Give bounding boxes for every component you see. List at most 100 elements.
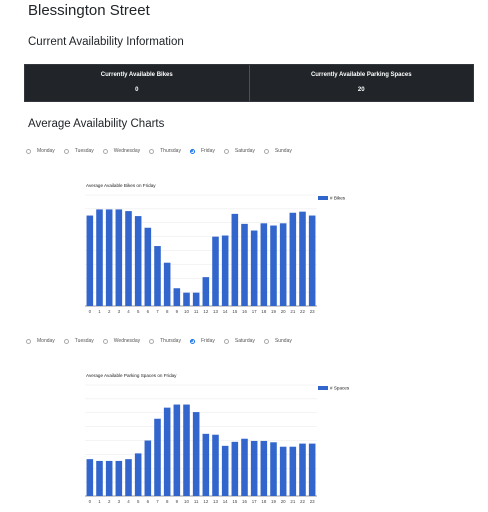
x-tick-label: 4: [127, 309, 130, 314]
chart-bar[interactable]: [192, 412, 200, 496]
day-radio-wednesday[interactable]: Wednesday: [102, 338, 140, 344]
chart-bar[interactable]: [289, 446, 297, 496]
chart-bar[interactable]: [212, 236, 219, 306]
chart-bar[interactable]: [270, 225, 277, 306]
day-radio-sunday[interactable]: Sunday: [263, 338, 292, 344]
day-selector-spaces: Monday Tuesday Wednesday Thursday Friday Satu…: [26, 338, 301, 344]
radio-circle-icon[interactable]: [102, 338, 108, 344]
chart-bar[interactable]: [260, 440, 268, 496]
chart-bar[interactable]: [241, 223, 248, 306]
chart-bar[interactable]: [221, 445, 229, 496]
chart-bar[interactable]: [154, 418, 161, 496]
chart-bar[interactable]: [134, 453, 142, 496]
chart-bar[interactable]: [96, 460, 103, 496]
day-radio-label: Saturday: [234, 338, 255, 344]
chart-bar[interactable]: [125, 459, 132, 496]
chart-bar[interactable]: [183, 292, 190, 306]
chart-bar[interactable]: [299, 211, 306, 306]
day-radio-thursday[interactable]: Thursday: [149, 338, 181, 344]
x-tick-label: 21: [290, 499, 295, 504]
chart-bar[interactable]: [212, 434, 219, 496]
chart-bar[interactable]: [105, 460, 113, 496]
day-radio-label: Sunday: [274, 338, 292, 344]
bikes-cell: Currently Available Bikes 0: [25, 65, 249, 101]
radio-circle-icon[interactable]: [263, 148, 269, 154]
x-tick-label: 13: [213, 309, 218, 314]
chart-bar[interactable]: [202, 433, 210, 496]
chart-bar[interactable]: [308, 215, 316, 306]
chart-bar[interactable]: [163, 262, 171, 306]
chart-bar[interactable]: [221, 235, 229, 306]
chart-bar[interactable]: [163, 407, 171, 496]
day-radio-monday[interactable]: Monday: [26, 338, 55, 344]
chart-bar[interactable]: [250, 230, 258, 306]
chart-bar[interactable]: [202, 277, 210, 306]
chart-bar[interactable]: [299, 443, 306, 496]
chart-bar[interactable]: [96, 209, 103, 306]
day-radio-wednesday[interactable]: Wednesday: [102, 148, 141, 154]
radio-circle-icon[interactable]: [149, 338, 155, 344]
chart-bar[interactable]: [86, 215, 94, 306]
chart-bar[interactable]: [173, 288, 181, 306]
x-tick-label: 6: [147, 309, 150, 314]
x-tick-label: 10: [184, 309, 189, 314]
radio-circle-icon[interactable]: [189, 338, 195, 344]
radio-circle-icon[interactable]: [102, 148, 108, 154]
x-tick-label: 11: [194, 499, 199, 504]
chart-bar[interactable]: [105, 209, 113, 306]
chart-bar[interactable]: [260, 223, 268, 306]
chart-bar[interactable]: [279, 223, 287, 306]
day-radio-tuesday[interactable]: Tuesday: [63, 148, 94, 154]
chart-bar[interactable]: [279, 446, 287, 496]
chart-bar[interactable]: [173, 404, 181, 496]
x-tick-label: 10: [184, 499, 189, 504]
x-tick-label: 1: [98, 499, 101, 504]
day-radio-label: Wednesday: [113, 148, 141, 154]
x-tick-label: 9: [176, 499, 179, 504]
radio-circle-icon[interactable]: [223, 338, 229, 344]
x-tick-label: 15: [232, 499, 237, 504]
chart-bar[interactable]: [289, 212, 297, 306]
chart-bar[interactable]: [241, 438, 248, 496]
chart-bar[interactable]: [86, 459, 94, 496]
day-radio-tuesday[interactable]: Tuesday: [63, 338, 94, 344]
radio-circle-icon[interactable]: [149, 148, 155, 154]
chart-bar[interactable]: [231, 441, 239, 496]
radio-circle-icon[interactable]: [189, 148, 195, 154]
day-radio-label: Monday: [37, 338, 55, 344]
chart-bar[interactable]: [144, 440, 152, 497]
radio-circle-icon[interactable]: [26, 148, 31, 154]
x-tick-label: 8: [166, 499, 169, 504]
x-tick-label: 16: [242, 499, 247, 504]
chart-bar[interactable]: [125, 211, 132, 306]
average-availability-heading: Average Availability Charts: [28, 118, 165, 130]
day-radio-thursday[interactable]: Thursday: [149, 148, 181, 154]
x-tick-label: 18: [261, 309, 266, 314]
chart-bar[interactable]: [115, 460, 123, 496]
radio-circle-icon[interactable]: [263, 338, 269, 344]
x-tick-label: 14: [223, 499, 228, 504]
bikes-value: 0: [135, 86, 139, 93]
chart-bar[interactable]: [250, 440, 258, 496]
chart-bar[interactable]: [115, 209, 123, 306]
chart-bar[interactable]: [144, 227, 152, 306]
radio-circle-icon[interactable]: [223, 148, 229, 154]
chart-bar[interactable]: [231, 213, 239, 306]
chart-bar[interactable]: [270, 442, 277, 496]
chart-bar[interactable]: [308, 443, 316, 496]
day-radio-saturday[interactable]: Saturday: [223, 148, 255, 154]
day-radio-label: Tuesday: [74, 338, 94, 344]
chart-bar[interactable]: [134, 216, 142, 306]
day-radio-friday[interactable]: Friday: [189, 338, 215, 344]
chart-bar[interactable]: [192, 292, 200, 306]
radio-circle-icon[interactable]: [63, 148, 69, 154]
day-radio-friday[interactable]: Friday: [189, 148, 215, 154]
radio-circle-icon[interactable]: [63, 338, 69, 344]
chart-bar[interactable]: [154, 246, 161, 306]
day-radio-saturday[interactable]: Saturday: [223, 338, 255, 344]
day-radio-sunday[interactable]: Sunday: [263, 148, 292, 154]
day-radio-monday[interactable]: Monday: [26, 148, 55, 154]
spaces-chart: Average Available Parking Spaces on Frid…: [85, 373, 350, 504]
chart-bar[interactable]: [183, 404, 190, 496]
radio-circle-icon[interactable]: [26, 338, 31, 344]
